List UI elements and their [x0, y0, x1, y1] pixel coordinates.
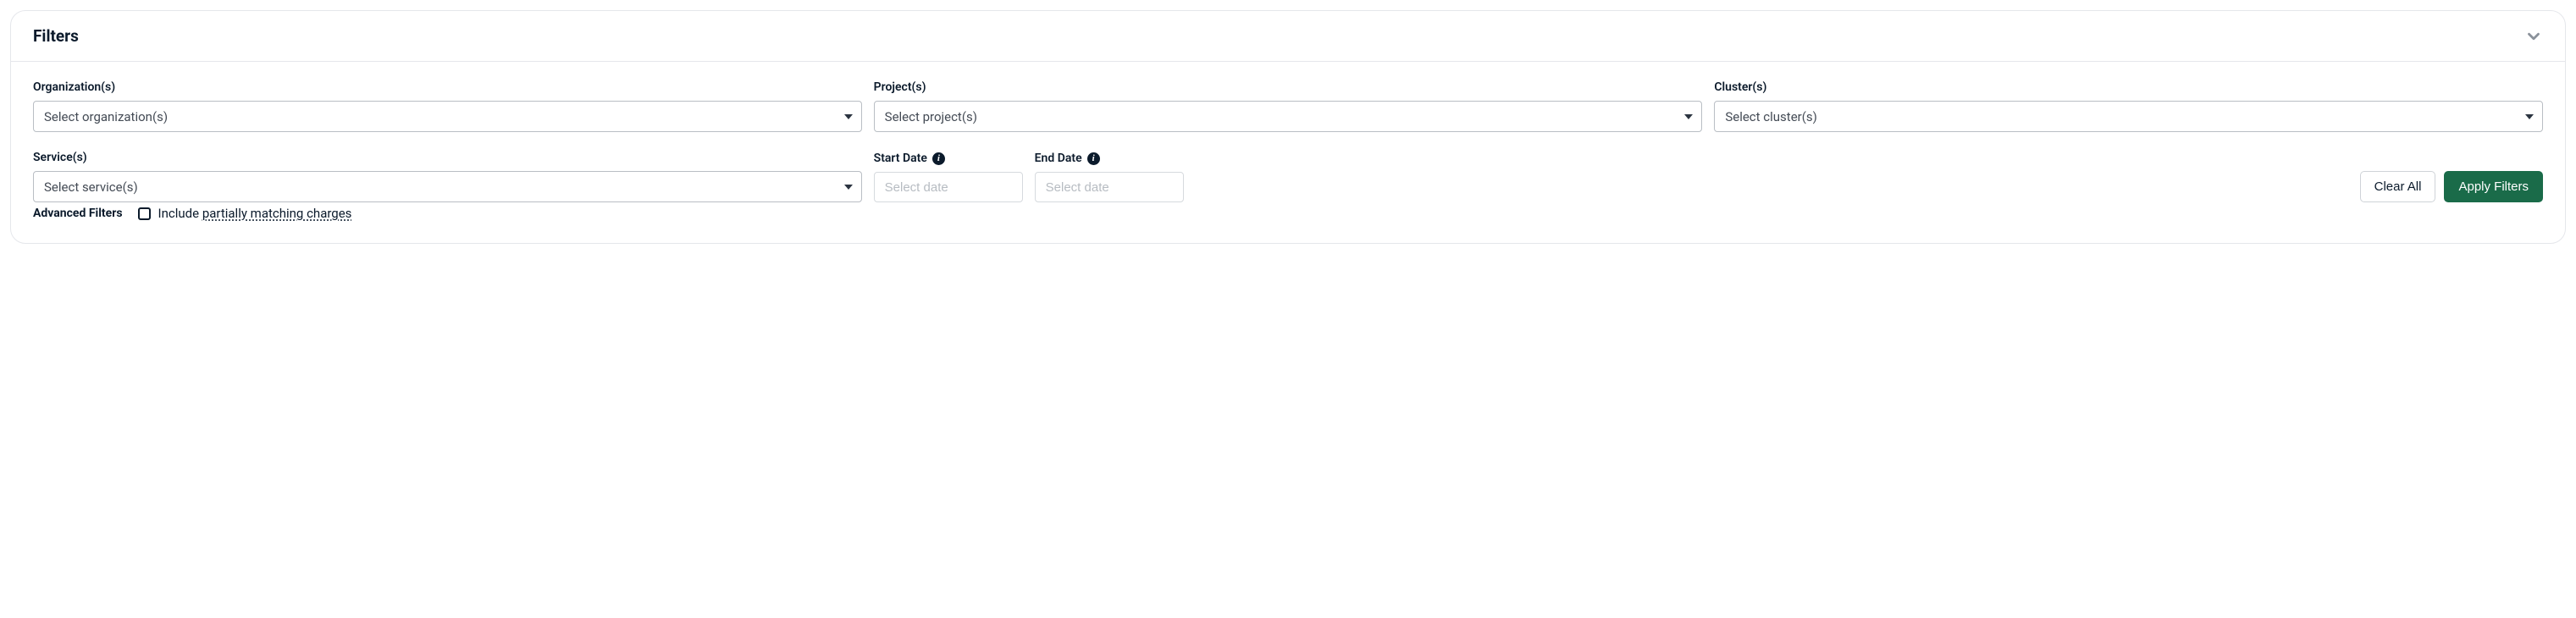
chevron-down-icon: [2524, 27, 2543, 46]
info-icon[interactable]: i: [932, 152, 945, 165]
filters-row-2: Service(s) Select service(s) Start Date …: [33, 151, 2543, 202]
filters-card: Filters Organization(s) Select organizat…: [10, 10, 2566, 244]
start-date-field: Start Date i: [874, 152, 1023, 202]
cluster-placeholder: Select cluster(s): [1725, 109, 1817, 124]
caret-down-icon: [2525, 114, 2534, 119]
collapse-toggle[interactable]: [2524, 27, 2543, 46]
end-date-label: End Date i: [1035, 152, 1184, 165]
clear-all-button[interactable]: Clear All: [2360, 171, 2436, 202]
service-field: Service(s) Select service(s): [33, 151, 862, 202]
include-partial-label: Include partially matching charges: [158, 206, 352, 221]
advanced-filters-row: Advanced Filters Include partially match…: [33, 206, 2543, 221]
start-date-label-text: Start Date: [874, 152, 927, 165]
filters-title: Filters: [33, 26, 79, 46]
start-date-input[interactable]: [874, 172, 1023, 202]
include-prefix: Include: [158, 206, 202, 221]
actions-row: Clear All Apply Filters: [2360, 171, 2543, 202]
organization-label: Organization(s): [33, 80, 862, 94]
cluster-field: Cluster(s) Select cluster(s): [1714, 80, 2543, 132]
project-placeholder: Select project(s): [885, 109, 977, 124]
caret-down-icon: [1684, 114, 1693, 119]
end-date-field: End Date i: [1035, 152, 1184, 202]
include-partial-checkbox[interactable]: [138, 207, 151, 220]
apply-filters-button[interactable]: Apply Filters: [2444, 171, 2543, 202]
end-date-label-text: End Date: [1035, 152, 1082, 165]
service-select[interactable]: Select service(s): [33, 171, 862, 202]
cluster-select[interactable]: Select cluster(s): [1714, 101, 2543, 132]
end-date-input[interactable]: [1035, 172, 1184, 202]
include-partial-checkbox-wrap[interactable]: Include partially matching charges: [138, 206, 352, 221]
filters-header: Filters: [11, 11, 2565, 62]
caret-down-icon: [844, 114, 853, 119]
start-date-label: Start Date i: [874, 152, 1023, 165]
filters-row-1: Organization(s) Select organization(s) P…: [33, 80, 2543, 132]
organization-placeholder: Select organization(s): [44, 109, 168, 124]
organization-select[interactable]: Select organization(s): [33, 101, 862, 132]
service-placeholder: Select service(s): [44, 179, 138, 195]
cluster-label: Cluster(s): [1714, 80, 2543, 94]
info-icon[interactable]: i: [1087, 152, 1100, 165]
project-label: Project(s): [874, 80, 1703, 94]
service-label: Service(s): [33, 151, 862, 164]
project-select[interactable]: Select project(s): [874, 101, 1703, 132]
project-field: Project(s) Select project(s): [874, 80, 1703, 132]
caret-down-icon: [844, 185, 853, 190]
include-underlined-text: partially matching charges: [202, 206, 352, 221]
organization-field: Organization(s) Select organization(s): [33, 80, 862, 132]
advanced-filters-title: Advanced Filters: [33, 207, 123, 220]
filters-body: Organization(s) Select organization(s) P…: [11, 62, 2565, 243]
